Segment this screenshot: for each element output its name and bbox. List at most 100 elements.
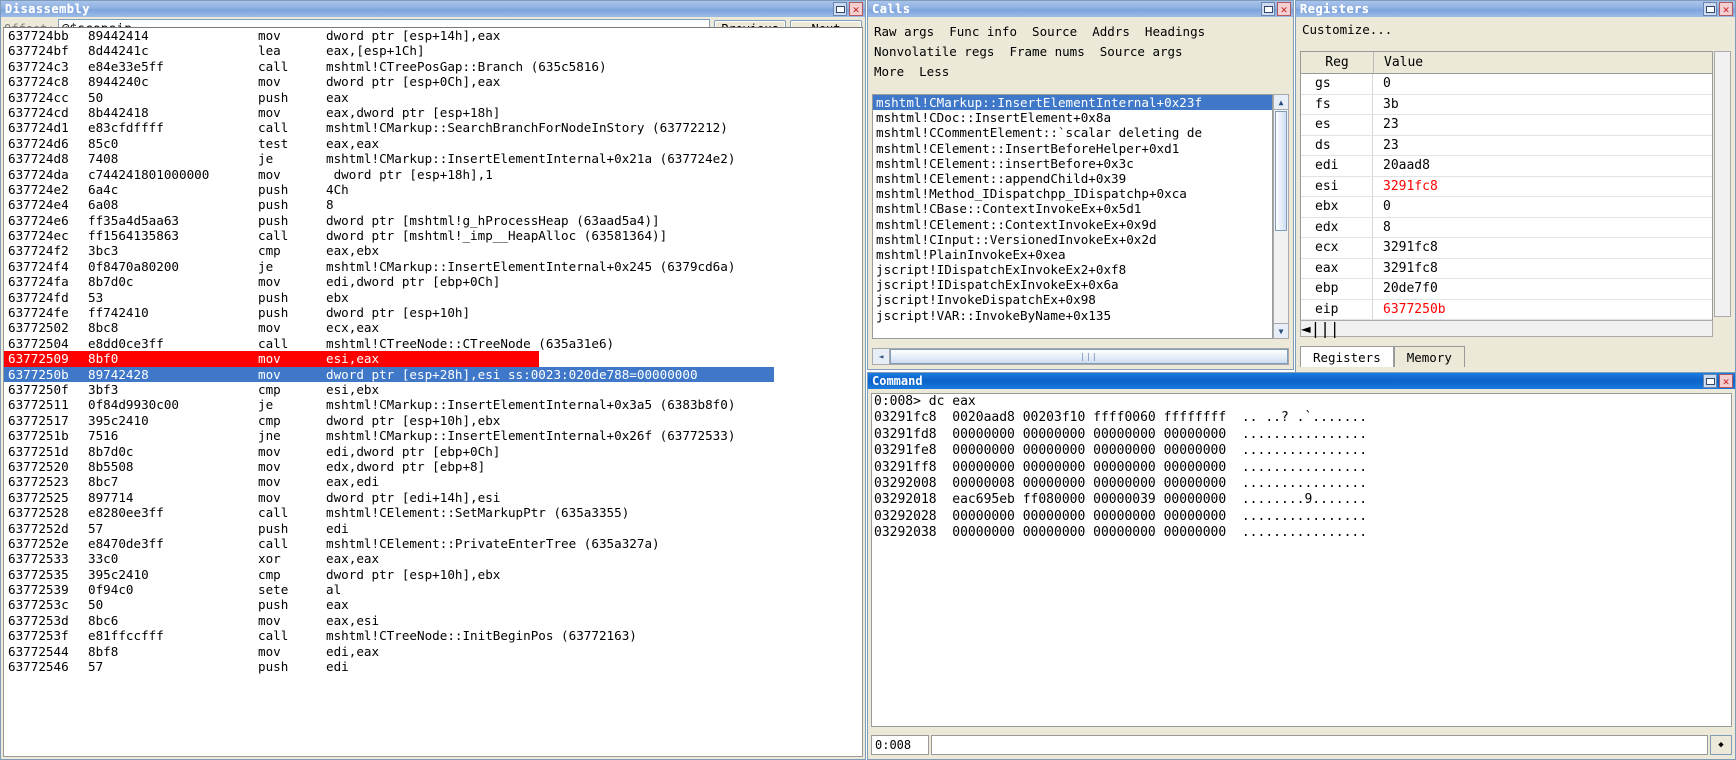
- register-value[interactable]: 8: [1373, 218, 1712, 238]
- close-icon[interactable]: ✕: [849, 2, 863, 16]
- call-stack-frame[interactable]: jscript!VAR::InvokeByName+0x135: [873, 308, 1272, 323]
- disassembly-row[interactable]: 63772511 0f84d9930c00 je mshtml!CMarkup::In…: [4, 397, 862, 412]
- disassembly-row[interactable]: 637724c3 e84e33e5ff call mshtml!CTreePosGap…: [4, 59, 862, 74]
- register-value[interactable]: 3b: [1373, 95, 1712, 115]
- registers-grid[interactable]: Reg Value gs 0 fs 3b es 23 ds 23 edi 20aad8 esi 329…: [1300, 51, 1713, 337]
- call-stack-frame[interactable]: jscript!InvokeDispatchEx+0x98: [873, 292, 1272, 307]
- call-stack-frame[interactable]: mshtml!CCommentElement::`scalar deleting…: [873, 125, 1272, 140]
- register-row[interactable]: eax 3291fc8: [1301, 258, 1712, 279]
- calls-option-row-2[interactable]: Nonvolatile regs Frame nums Source args: [874, 42, 1287, 62]
- register-row[interactable]: edi 20aad8: [1301, 156, 1712, 177]
- close-icon[interactable]: ✕: [1719, 374, 1733, 388]
- disassembly-row[interactable]: 63772520 8b5508 mov edx,dword ptr [ebp+8]: [4, 459, 862, 474]
- disassembly-row[interactable]: 637724d6 85c0 test eax,eax: [4, 136, 862, 151]
- register-value[interactable]: 20aad8: [1373, 156, 1712, 176]
- scroll-thumb-horizontal[interactable]: |||: [890, 349, 1288, 364]
- command-entry-field[interactable]: [931, 735, 1708, 755]
- disassembly-row[interactable]: 637724c8 8944240c mov dword ptr [esp+0Ch],e…: [4, 74, 862, 89]
- register-value[interactable]: 23: [1373, 115, 1712, 135]
- calls-vertical-scrollbar[interactable]: ▲ ▼: [1273, 94, 1289, 339]
- disassembly-row[interactable]: 637724f2 3bc3 cmp eax,ebx: [4, 243, 862, 258]
- disassembly-row[interactable]: 637724e4 6a08 push 8: [4, 197, 862, 212]
- disassembly-row[interactable]: 637724da c744241801000000 mov dword ptr [e…: [4, 167, 862, 182]
- disassembly-row[interactable]: 63772502 8bc8 mov ecx,eax: [4, 320, 862, 335]
- disassembly-row[interactable]: 63772525 897714 mov dword ptr [edi+14h],esi: [4, 490, 862, 505]
- registers-vertical-scrollbar[interactable]: [1714, 51, 1731, 317]
- register-row[interactable]: es 23: [1301, 115, 1712, 136]
- register-row[interactable]: eip 6377250b: [1301, 299, 1712, 320]
- tab-registers[interactable]: Registers: [1300, 346, 1394, 367]
- registers-horizontal-scrollbar[interactable]: ◄ |||: [1300, 319, 1713, 338]
- scroll-left-icon[interactable]: ◄: [873, 349, 890, 364]
- disassembly-row[interactable]: 6377251d 8b7d0c mov edi,dword ptr [ebp+0Ch]: [4, 444, 862, 459]
- register-row[interactable]: edx 8: [1301, 217, 1712, 238]
- disassembly-row[interactable]: 63772528 e8280ee3ff call mshtml!CElement::S…: [4, 505, 862, 520]
- disassembly-row[interactable]: 6377253c 50 push eax: [4, 597, 862, 612]
- tab-memory[interactable]: Memory: [1393, 346, 1465, 367]
- register-row[interactable]: ebp 20de7f0: [1301, 279, 1712, 300]
- call-stack-frame[interactable]: mshtml!CElement::ContextInvokeEx+0x9d: [873, 217, 1272, 232]
- registers-tabstrip[interactable]: Registers Memory: [1300, 346, 1465, 367]
- disassembly-row[interactable]: 63772517 395c2410 cmp dword ptr [esp+10h],e…: [4, 413, 862, 428]
- disassembly-row[interactable]: 6377250b 89742428 mov dword ptr [esp+28h],e…: [4, 366, 774, 382]
- disassembly-row[interactable]: 637724cd 8b442418 mov eax,dword ptr [esp+18…: [4, 105, 862, 120]
- scroll-down-icon[interactable]: ▼: [1274, 323, 1288, 338]
- disassembly-listing[interactable]: 637724bb 89442414 mov dword ptr [esp+14h],e…: [3, 27, 863, 757]
- register-value[interactable]: 3291fc8: [1373, 238, 1712, 258]
- calls-option-row-3[interactable]: More Less: [874, 62, 1287, 82]
- restore-window-icon[interactable]: [1261, 2, 1275, 16]
- register-value[interactable]: 3291fc8: [1373, 259, 1712, 279]
- scroll-up-icon[interactable]: ▲: [1274, 95, 1288, 110]
- scroll-left-icon[interactable]: ◄: [1301, 319, 1311, 338]
- disassembly-row[interactable]: 63772535 395c2410 cmp dword ptr [esp+10h],e…: [4, 567, 862, 582]
- disassembly-row[interactable]: 63772544 8bf8 mov edi,eax: [4, 644, 862, 659]
- disassembly-row[interactable]: 63772539 0f94c0 sete al: [4, 582, 862, 597]
- call-stack-frame[interactable]: mshtml!CElement::insertBefore+0x3c: [873, 156, 1272, 171]
- disassembly-row[interactable]: 637724e6 ff35a4d5aa63 push dword ptr [mshtm…: [4, 213, 862, 228]
- register-row[interactable]: fs 3b: [1301, 94, 1712, 115]
- call-stack-frame[interactable]: mshtml!CElement::appendChild+0x39: [873, 171, 1272, 186]
- register-value[interactable]: 20de7f0: [1373, 279, 1712, 299]
- call-stack-frame[interactable]: mshtml!CBase::ContextInvokeEx+0x5d1: [873, 201, 1272, 216]
- disassembly-row[interactable]: 63772504 e8dd0ce3ff call mshtml!CTreeNode::…: [4, 336, 862, 351]
- restore-window-icon[interactable]: [833, 2, 847, 16]
- call-stack-frame[interactable]: mshtml!Method_IDispatchpp_IDispatchp+0xc…: [873, 186, 1272, 201]
- disassembly-row[interactable]: 637724fe ff742410 push dword ptr [esp+10h]: [4, 305, 862, 320]
- disassembly-row[interactable]: 637724d8 7408 je mshtml!CMarkup::InsertElem…: [4, 151, 862, 166]
- disassembly-row[interactable]: 63772546 57 push edi: [4, 659, 862, 674]
- call-stack-frame[interactable]: jscript!IDispatchExInvokeEx2+0xf8: [873, 262, 1272, 277]
- disassembly-row[interactable]: 6377253d 8bc6 mov eax,esi: [4, 613, 862, 628]
- call-stack-frame[interactable]: mshtml!CInput::VersionedInvokeEx+0x2d: [873, 232, 1272, 247]
- call-stack-frame[interactable]: mshtml!PlainInvokeEx+0xea: [873, 247, 1272, 262]
- register-row[interactable]: ecx 3291fc8: [1301, 238, 1712, 259]
- register-value[interactable]: 0: [1373, 74, 1712, 94]
- disassembly-row[interactable]: 637724bf 8d44241c lea eax,[esp+1Ch]: [4, 43, 862, 58]
- command-output[interactable]: 0:008> dc eax 03291fc8 0020aad8 00203f10 …: [871, 393, 1732, 727]
- register-value[interactable]: 23: [1373, 136, 1712, 156]
- disassembly-row[interactable]: 6377251b 7516 jne mshtml!CMarkup::InsertEle…: [4, 428, 862, 443]
- registers-customize-link[interactable]: Customize...: [1296, 17, 1735, 41]
- register-row[interactable]: esi 3291fc8: [1301, 176, 1712, 197]
- disassembly-row[interactable]: 63772509 8bf0 mov esi,eax: [4, 351, 539, 367]
- register-row[interactable]: gs 0: [1301, 74, 1712, 95]
- disassembly-row[interactable]: 637724ec ff1564135863 call dword ptr [mshtm…: [4, 228, 862, 243]
- call-stack-list[interactable]: mshtml!CMarkup::InsertElementInternal+0x…: [872, 94, 1273, 339]
- register-row[interactable]: ds 23: [1301, 135, 1712, 156]
- disassembly-row[interactable]: 63772533 33c0 xor eax,eax: [4, 551, 862, 566]
- command-prompt-field[interactable]: 0:008: [871, 735, 929, 755]
- register-value[interactable]: 0: [1373, 197, 1712, 217]
- disassembly-row[interactable]: 637724cc 50 push eax: [4, 90, 862, 105]
- close-icon[interactable]: ✕: [1719, 2, 1733, 16]
- command-submit-icon[interactable]: ◆: [1710, 735, 1732, 755]
- disassembly-row[interactable]: 6377250f 3bf3 cmp esi,ebx: [4, 382, 862, 397]
- register-row[interactable]: ebx 0: [1301, 197, 1712, 218]
- disassembly-row[interactable]: 637724fa 8b7d0c mov edi,dword ptr [ebp+0Ch]: [4, 274, 862, 289]
- disassembly-row[interactable]: 637724bb 89442414 mov dword ptr [esp+14h],e…: [4, 28, 862, 43]
- call-stack-frame[interactable]: mshtml!CElement::InsertBeforeHelper+0xd1: [873, 141, 1272, 156]
- disassembly-row[interactable]: 6377252e e8470de3ff call mshtml!CElement::P…: [4, 536, 862, 551]
- register-value[interactable]: 3291fc8: [1373, 177, 1712, 197]
- disassembly-row[interactable]: 6377252d 57 push edi: [4, 521, 862, 536]
- restore-window-icon[interactable]: [1703, 2, 1717, 16]
- restore-window-icon[interactable]: [1703, 374, 1717, 388]
- disassembly-row[interactable]: 637724fd 53 push ebx: [4, 290, 862, 305]
